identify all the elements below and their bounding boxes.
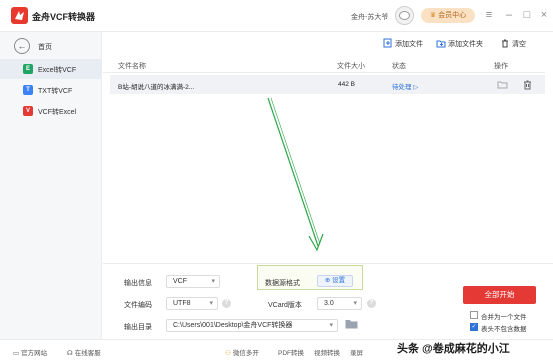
source-format-label: 数据源格式 [265, 280, 300, 287]
website-link[interactable]: ▭ 官方网站 [13, 347, 47, 357]
wechat-link[interactable]: ⚇ 微信多开 [225, 347, 259, 357]
chevron-down-icon: ▾ [209, 300, 213, 307]
vcard-version-label: VCard版本 [268, 302, 302, 309]
source-format-settings-button[interactable]: ⊕ 设置 [317, 275, 353, 287]
wechat-icon: ⚇ [225, 350, 231, 357]
browse-folder-icon[interactable] [345, 319, 358, 329]
pdf-link[interactable]: PDF转换 [278, 347, 304, 357]
output-dir-value: C:\Users\001\Desktop\金舟VCF转换器 [173, 322, 293, 329]
settings-gear-icon: ⊕ [324, 277, 331, 284]
monitor-icon: ▭ [13, 350, 20, 357]
start-all-button[interactable]: 全部开始 [463, 286, 536, 304]
online-service-label: 在线客服 [74, 350, 101, 357]
encoding-label: 文件编码 [124, 302, 152, 309]
encoding-help-icon[interactable]: ? [222, 299, 231, 308]
website-label: 官方网站 [21, 350, 48, 357]
output-dir-label: 输出目录 [124, 324, 152, 331]
merge-label: 合并为一个文件 [481, 314, 527, 321]
vcard-version-value: 3.0 [324, 300, 334, 307]
output-dir-select[interactable]: C:\Users\001\Desktop\金舟VCF转换器 ▾ [166, 319, 338, 332]
online-service-link[interactable]: ☊ 在线客服 [67, 347, 101, 357]
encoding-select[interactable]: UTF8 ▾ [166, 297, 218, 310]
watermark: 头条 @卷成麻花的小江 [397, 343, 510, 355]
no-header-checkbox[interactable]: ✓ [470, 323, 478, 331]
wechat-label: 微信多开 [232, 350, 259, 357]
settings-button-label: 设置 [332, 277, 346, 284]
encoding-value: UTF8 [173, 300, 191, 307]
output-type-select[interactable]: VCF ▾ [166, 275, 220, 288]
headset-icon: ☊ [67, 350, 73, 357]
chevron-down-icon: ▾ [329, 322, 333, 329]
chevron-down-icon: ▾ [353, 300, 357, 307]
record-link[interactable]: 录屏 [350, 347, 363, 357]
video-link[interactable]: 视频转换 [314, 347, 340, 357]
output-type-label: 输出信息 [124, 280, 152, 287]
output-type-value: VCF [173, 278, 187, 285]
merge-checkbox[interactable] [470, 311, 478, 319]
chevron-down-icon: ▾ [211, 278, 215, 285]
vcard-version-select[interactable]: 3.0 ▾ [317, 297, 362, 310]
no-header-label: 表头不包含数据 [481, 326, 527, 333]
vcard-help-icon[interactable]: ? [367, 299, 376, 308]
